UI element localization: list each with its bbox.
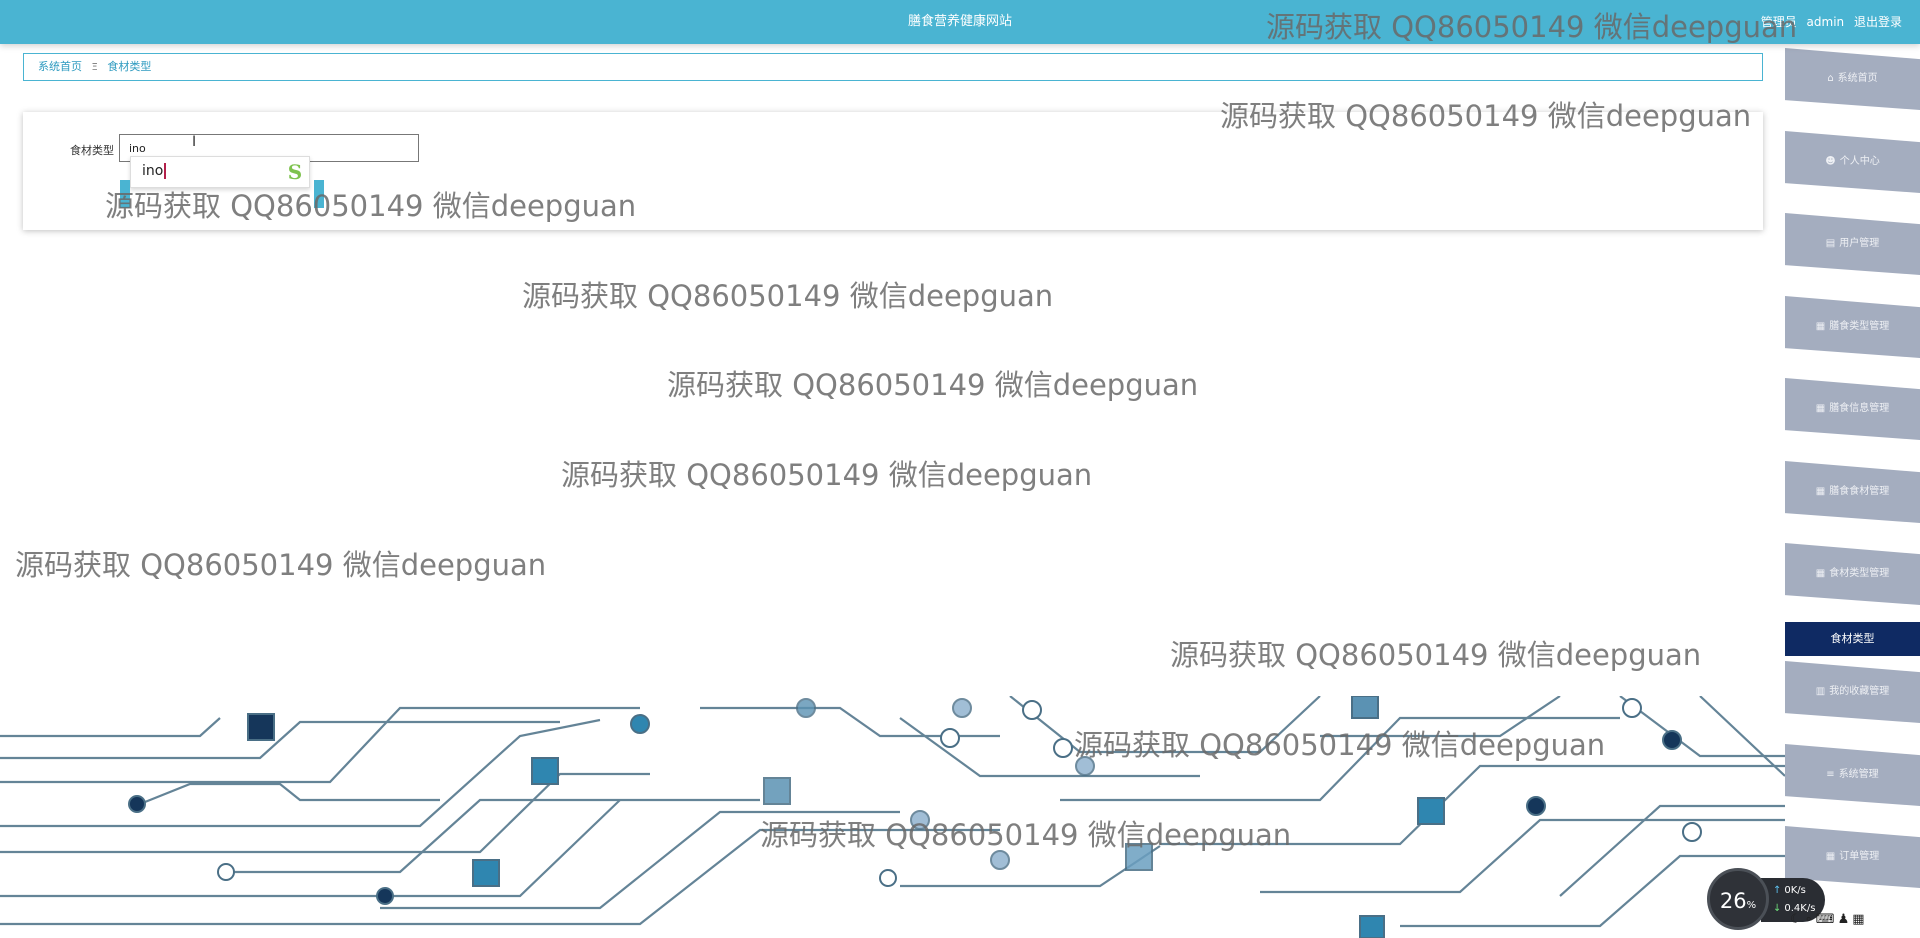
sidebar-item-meal-ingredients[interactable]: ▦ 膳食食材管理 <box>1785 461 1920 523</box>
breadcrumb-home-link[interactable]: 系统首页 <box>38 60 82 73</box>
grid-icon: ▦ <box>1815 321 1826 332</box>
sidebar-item-label: 膳食类型管理 <box>1829 321 1890 332</box>
sidebar-item-label: 食材类型 <box>1830 632 1875 645</box>
upload-arrow-icon: ↑ <box>1773 885 1782 896</box>
person-icon[interactable]: ♟ <box>1838 912 1853 927</box>
watermark: 源码获取 QQ86050149 微信deepguan <box>667 368 1199 402</box>
sidebar-menu: ⌂ 系统首页 ☻ 个人中心 ▤ 用户管理 ▦ 膳食类型管理 ▦ 膳食信息管理 ▦ 膳食食材管… <box>1785 44 1920 938</box>
breadcrumb-current: 食材类型 <box>107 60 152 73</box>
ime-logo-icon: S <box>287 160 303 184</box>
watermark: 源码获取 QQ86050149 微信deepguan <box>1170 638 1702 672</box>
sidebar-item-label: 我的收藏管理 <box>1829 686 1890 697</box>
sidebar-item-meal-types[interactable]: ▦ 膳食类型管理 <box>1785 296 1920 358</box>
search-label: 食材类型 <box>70 144 114 157</box>
site-title: 膳食营养健康网站 <box>907 14 1012 29</box>
menu-icon: ≡ <box>1826 769 1835 780</box>
clipboard-icon: ▥ <box>1815 686 1826 697</box>
grid-icon: ▦ <box>1815 403 1826 414</box>
user-area: 管理员 admin 退出登录 <box>1755 0 1902 44</box>
sidebar-item-label: 订单管理 <box>1839 851 1880 862</box>
home-icon: ⌂ <box>1827 73 1834 84</box>
grid-icon: ▦ <box>1825 851 1836 862</box>
user-role: 管理员 <box>1760 15 1797 29</box>
sidebar-item-label: 膳食信息管理 <box>1829 403 1890 414</box>
sidebar-item-label: 食材类型管理 <box>1829 568 1890 579</box>
ime-candidate-popup[interactable]: ino S <box>130 156 310 188</box>
grid-icon: ▦ <box>1815 568 1826 579</box>
search-panel: 食材类型 I ino S <box>23 112 1763 230</box>
cpu-value: 26% <box>1719 889 1757 913</box>
top-header: 膳食营养健康网站 管理员 admin 退出登录 <box>0 0 1920 44</box>
watermark: 源码获取 QQ86050149 微信deepguan <box>15 548 547 582</box>
sidebar-item-ingredient-type-mgmt[interactable]: ▦ 食材类型管理 <box>1785 543 1920 605</box>
sidebar-item-ingredient-type[interactable]: 食材类型 <box>1785 622 1920 656</box>
moon-icon: ☾ <box>1790 912 1805 927</box>
grid-icon: ▦ <box>1815 486 1826 497</box>
add-button[interactable] <box>314 180 324 208</box>
keyboard-icon[interactable]: ⌨ <box>1816 912 1838 927</box>
sidebar-item-meal-info[interactable]: ▦ 膳食信息管理 <box>1785 378 1920 440</box>
upload-speed: 0K/s <box>1784 885 1806 896</box>
sidebar-item-label: 系统首页 <box>1837 73 1878 84</box>
watermark: 源码获取 QQ86050149 微信deepguan <box>561 458 1093 492</box>
breadcrumb: 系统首页 Ξ 食材类型 <box>23 53 1763 81</box>
briefcase-icon: ▤ <box>1825 238 1836 249</box>
sidebar-item-favorites[interactable]: ▥ 我的收藏管理 <box>1785 661 1920 723</box>
circuit-background-image <box>0 696 1785 938</box>
cpu-gauge: 26% <box>1707 868 1769 930</box>
dots-icon: ∘ <box>1804 912 1816 927</box>
sidebar-item-system[interactable]: ≡ 系统管理 <box>1785 744 1920 806</box>
username: admin <box>1806 15 1845 29</box>
search-button[interactable] <box>120 180 130 208</box>
user-icon: ☻ <box>1825 156 1836 167</box>
logout-button[interactable]: 退出登录 <box>1854 15 1902 29</box>
sidebar-item-label: 膳食食材管理 <box>1829 486 1890 497</box>
ime-composition-text: ino <box>142 163 167 179</box>
sidebar-item-users[interactable]: ▤ 用户管理 <box>1785 213 1920 275</box>
sidebar-item-label: 个人中心 <box>1839 156 1880 167</box>
download-arrow-icon: ↓ <box>1773 903 1782 914</box>
sidebar-item-home[interactable]: ⌂ 系统首页 <box>1785 48 1920 110</box>
watermark: 源码获取 QQ86050149 微信deepguan <box>522 279 1054 313</box>
sidebar-item-profile[interactable]: ☻ 个人中心 <box>1785 131 1920 193</box>
sidebar-item-label: 用户管理 <box>1839 238 1880 249</box>
sidebar-item-label: 系统管理 <box>1838 769 1879 780</box>
breadcrumb-separator-icon: Ξ <box>91 62 98 73</box>
system-tray: ☾∘⌨♟▦ <box>1790 912 1918 934</box>
apps-grid-icon[interactable]: ▦ <box>1852 912 1867 927</box>
text-cursor-icon: I <box>192 134 197 150</box>
